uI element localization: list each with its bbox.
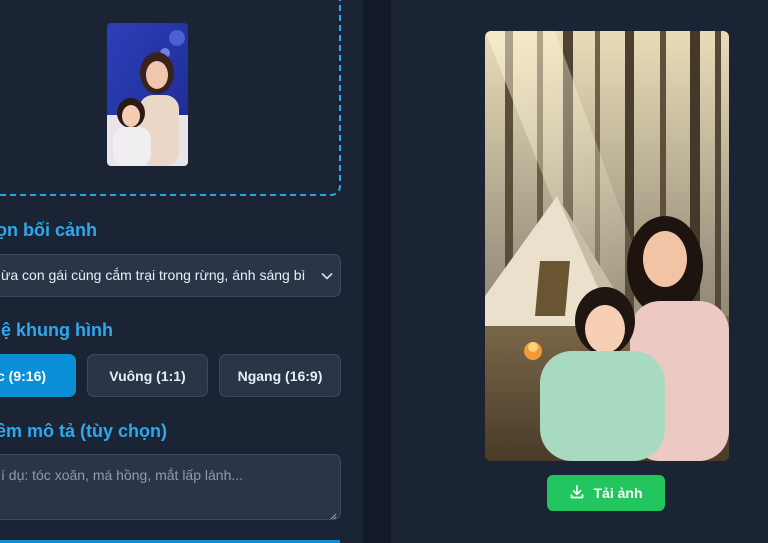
download-button[interactable]: Tải ảnh <box>547 475 665 511</box>
ratio-square-button[interactable]: Vuông (1:1) <box>87 354 208 397</box>
resize-handle-icon[interactable] <box>329 508 337 519</box>
uploaded-photo-image <box>107 23 188 166</box>
ratio-portrait-button[interactable]: c (9:16) <box>0 354 76 397</box>
download-label: Tải ảnh <box>593 485 643 501</box>
description-heading: êm mô tả (tùy chọn) <box>0 421 168 441</box>
uploaded-photo-thumbnail <box>107 23 188 166</box>
generated-image-scene <box>485 31 729 461</box>
background-select[interactable]: ừa con gái cùng cắm trại trong rừng, ánh… <box>0 254 341 297</box>
settings-panel: ọn bối cảnh ừa con gái cùng cắm trại tro… <box>0 0 363 543</box>
description-textarea[interactable]: í dụ: tóc xoăn, má hồng, mắt lấp lánh... <box>0 454 341 520</box>
chevron-down-icon <box>320 255 334 296</box>
download-icon <box>569 484 585 503</box>
background-select-value: ừa con gái cùng cắm trại trong rừng, ánh… <box>1 267 306 283</box>
result-panel: Tải ảnh <box>391 0 768 543</box>
description-placeholder: í dụ: tóc xoăn, má hồng, mắt lấp lánh... <box>1 467 244 483</box>
generated-image <box>485 31 729 461</box>
ratio-landscape-button[interactable]: Ngang (16:9) <box>219 354 341 397</box>
background-heading: ọn bối cảnh <box>0 220 97 240</box>
panel-divider <box>363 0 391 543</box>
app-root: ọn bối cảnh ừa con gái cùng cắm trại tro… <box>0 0 768 543</box>
aspect-ratio-heading: lệ khung hình <box>0 320 113 340</box>
